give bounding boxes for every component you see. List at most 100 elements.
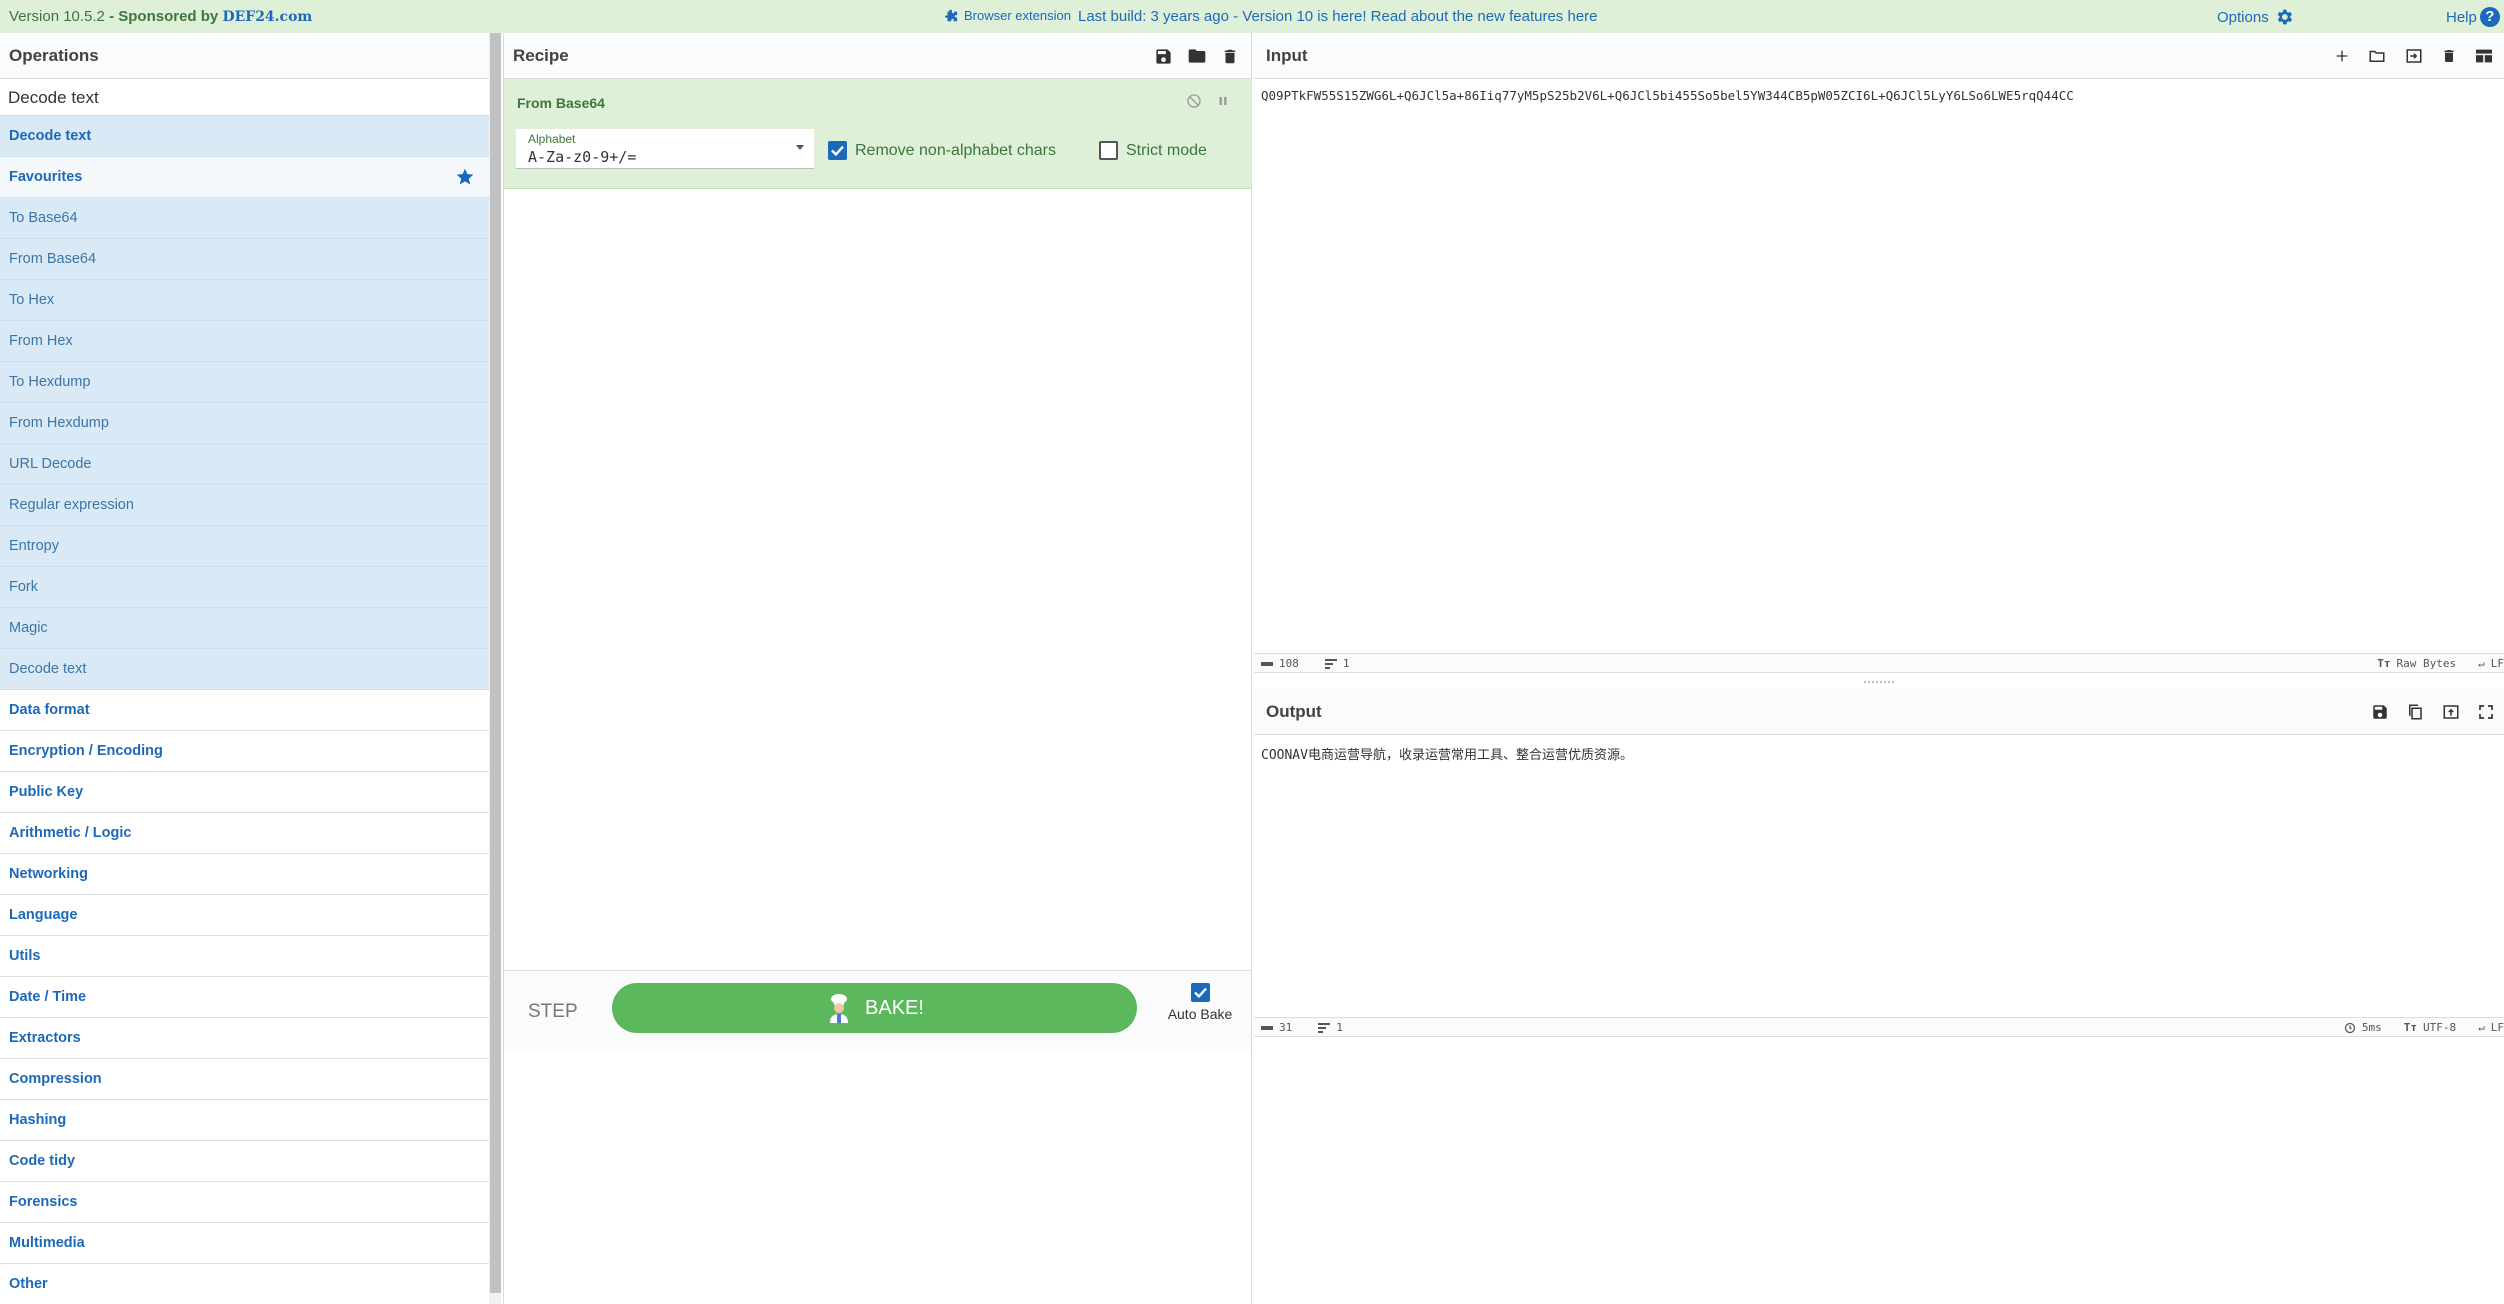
- help-label: Help: [2446, 8, 2477, 26]
- input-textarea[interactable]: Q09PTkFW55S15ZWG6L+Q6JCl5a+86Iiq77yM5pS2…: [1254, 79, 2504, 653]
- output-lines: 1: [1336, 1021, 1343, 1034]
- strict-mode-checkbox[interactable]: Strict mode: [1099, 141, 1207, 160]
- favourites-list: To Base64 From Base64 To Hex From Hex To Hex…: [0, 198, 489, 690]
- output-length: 31: [1279, 1021, 1293, 1034]
- favourite-item[interactable]: To Hexdump: [0, 362, 489, 403]
- favourite-item[interactable]: URL Decode: [0, 444, 489, 485]
- category-item[interactable]: Multimedia: [0, 1223, 489, 1264]
- help-button[interactable]: Help ?: [2446, 7, 2500, 27]
- category-item[interactable]: Forensics: [0, 1182, 489, 1223]
- alphabet-select[interactable]: Alphabet A-Za-z0-9+/=: [516, 129, 814, 169]
- plus-icon[interactable]: [2334, 48, 2350, 64]
- bake-controls: STEP BAKE! Auto Bake: [504, 970, 1251, 1050]
- recipe-operation-name: From Base64: [517, 95, 605, 111]
- replace-input-icon[interactable]: [2441, 703, 2461, 721]
- step-button[interactable]: STEP: [528, 1001, 578, 1023]
- recipe-title: Recipe: [513, 46, 569, 65]
- favourite-item[interactable]: Magic: [0, 608, 489, 649]
- save-icon[interactable]: [2371, 703, 2389, 721]
- trash-icon[interactable]: [1221, 47, 1239, 66]
- io-pane: Input Q09PTkFW55S15ZWG6L+Q6JCl5a+86Iiq77…: [1254, 33, 2504, 1304]
- recipe-operation-card[interactable]: From Base64 Alphabet A-Za-z0-9+/= Remove…: [504, 79, 1251, 189]
- maximize-icon[interactable]: [2478, 704, 2494, 720]
- trash-icon[interactable]: [2441, 47, 2457, 65]
- help-icon: ?: [2479, 7, 2500, 27]
- text-format-icon: Tт: [2377, 657, 2391, 670]
- category-item[interactable]: Hashing: [0, 1100, 489, 1141]
- version-sponsor: Version 10.5.2 - Sponsored by DEF24.com: [9, 8, 312, 25]
- chef-icon: [825, 993, 853, 1023]
- input-toolbar: [2334, 33, 2494, 79]
- category-item[interactable]: Public Key: [0, 772, 489, 813]
- search-result-item[interactable]: Decode text: [0, 116, 489, 157]
- options-button[interactable]: Options: [2217, 7, 2294, 27]
- star-icon[interactable]: [455, 167, 475, 187]
- output-eol[interactable]: LF: [2491, 1021, 2504, 1034]
- output-textarea[interactable]: COONAV电商运营导航，收录运营常用工具、整合运营优质资源。: [1254, 735, 2504, 1021]
- browser-extension-link[interactable]: Browser extension: [944, 8, 1071, 23]
- input-header: Input: [1254, 33, 2504, 79]
- new-features-link[interactable]: here: [1567, 8, 1597, 25]
- disable-icon[interactable]: [1186, 93, 1202, 109]
- layout-icon[interactable]: [2474, 48, 2494, 64]
- lines-icon: [1318, 1022, 1331, 1033]
- favourite-item[interactable]: To Hex: [0, 280, 489, 321]
- clock-icon: [2344, 1022, 2356, 1034]
- folder-open-icon[interactable]: [2367, 47, 2387, 65]
- length-icon: [1261, 659, 1273, 669]
- operations-search-input[interactable]: Decode text: [0, 79, 489, 116]
- length-icon: [1261, 1023, 1273, 1033]
- checkbox-unchecked-icon: [1099, 141, 1118, 160]
- category-item[interactable]: Arithmetic / Logic: [0, 813, 489, 854]
- favourite-item[interactable]: Fork: [0, 567, 489, 608]
- operations-scrollbar[interactable]: [490, 33, 501, 1293]
- categories-list: Data format Encryption / Encoding Public K…: [0, 690, 489, 1304]
- input-title: Input: [1266, 46, 1308, 65]
- input-status-bar: 108 1 Tт Raw Bytes ↵ LF: [1254, 653, 2504, 673]
- category-item[interactable]: Utils: [0, 936, 489, 977]
- category-item[interactable]: Data format: [0, 690, 489, 731]
- auto-bake-checkbox[interactable]: Auto Bake: [1164, 983, 1236, 1022]
- favourite-item[interactable]: To Base64: [0, 198, 489, 239]
- category-item[interactable]: Date / Time: [0, 977, 489, 1018]
- favourites-category[interactable]: Favourites: [0, 157, 489, 198]
- auto-bake-label: Auto Bake: [1167, 1006, 1233, 1022]
- puzzle-icon: [944, 9, 958, 23]
- favourite-item[interactable]: Decode text: [0, 649, 489, 690]
- output-title: Output: [1266, 702, 1322, 721]
- input-encoding[interactable]: Raw Bytes: [2397, 657, 2457, 670]
- bake-label: BAKE!: [865, 996, 924, 1019]
- input-lines: 1: [1342, 657, 1350, 670]
- sponsor-link[interactable]: DEF24.com: [222, 9, 312, 25]
- remove-non-alphabet-checkbox[interactable]: Remove non-alphabet chars: [828, 141, 1056, 160]
- checkbox-checked-icon: [1190, 983, 1210, 1002]
- lines-icon: [1324, 658, 1337, 669]
- input-length: 108: [1279, 657, 1299, 670]
- bake-button[interactable]: BAKE!: [612, 983, 1137, 1033]
- favourite-item[interactable]: From Base64: [0, 239, 489, 280]
- pause-icon[interactable]: [1216, 94, 1230, 108]
- category-item[interactable]: Other: [0, 1264, 489, 1304]
- category-item[interactable]: Language: [0, 895, 489, 936]
- recipe-header: Recipe: [504, 33, 1251, 79]
- category-item[interactable]: Code tidy: [0, 1141, 489, 1182]
- favourite-item[interactable]: From Hexdump: [0, 403, 489, 444]
- recipe-toolbar: [1154, 33, 1239, 79]
- favourite-item[interactable]: Entropy: [0, 526, 489, 567]
- checkbox-checked-icon: [828, 141, 847, 160]
- input-eol[interactable]: LF: [2491, 657, 2504, 670]
- folder-icon[interactable]: [1187, 46, 1207, 66]
- category-item[interactable]: Compression: [0, 1059, 489, 1100]
- category-item[interactable]: Extractors: [0, 1018, 489, 1059]
- category-item[interactable]: Encryption / Encoding: [0, 731, 489, 772]
- favourite-item[interactable]: Regular expression: [0, 485, 489, 526]
- output-time: 5ms: [2361, 1021, 2382, 1034]
- output-encoding[interactable]: UTF-8: [2423, 1021, 2456, 1034]
- file-input-icon[interactable]: [2404, 47, 2424, 65]
- version-label: Version 10.5.2: [9, 8, 105, 25]
- favourite-item[interactable]: From Hex: [0, 321, 489, 362]
- save-icon[interactable]: [1154, 47, 1173, 66]
- copy-icon[interactable]: [2406, 703, 2424, 721]
- category-item[interactable]: Networking: [0, 854, 489, 895]
- operation-controls: [1186, 93, 1230, 109]
